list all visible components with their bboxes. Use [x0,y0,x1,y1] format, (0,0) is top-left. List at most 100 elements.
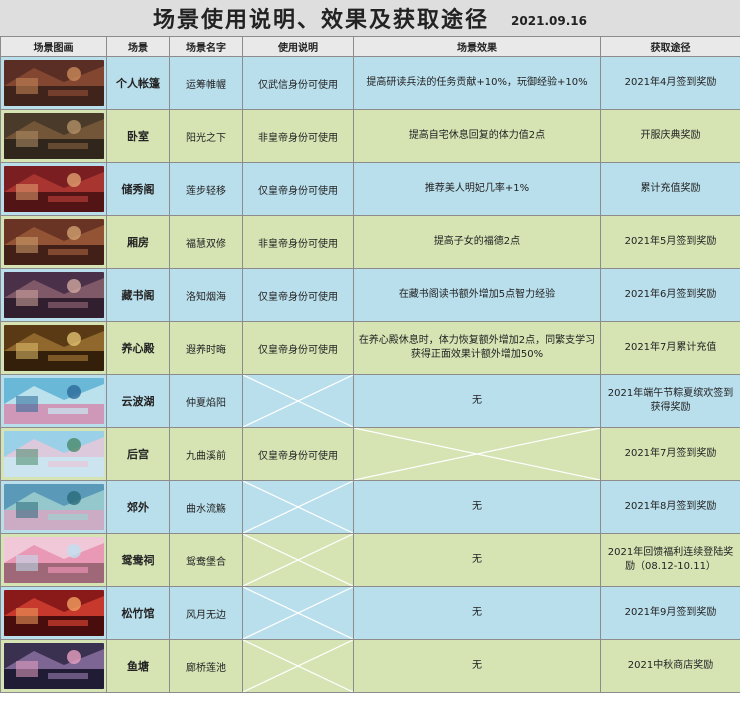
col-header-scene: 场景 [106,36,170,57]
image-cell [0,215,107,269]
scene-cell: 卧室 [106,109,170,163]
usage-cell: 仅武信身份可使用 [242,56,354,110]
effect-cell: 在藏书阁读书额外增加5点智力经验 [353,268,601,322]
image-cell [0,480,107,534]
scene-name-cell: 九曲溪前 [169,427,243,481]
scene-thumbnail [3,219,104,265]
table-row: 储秀阁 莲步轻移 仅皇帝身份可使用 推荐美人明妃几率+1% 累计充值奖励 [0,162,740,216]
usage-cell-crossed [242,586,354,640]
usage-cell: 非皇帝身份可使用 [242,215,354,269]
not-applicable-cross [354,428,600,480]
table-row: 鱼塘 廊桥莲池 无 2021中秋商店奖励 [0,639,740,693]
scene-cell: 鸳鸯祠 [106,533,170,587]
source-cell: 2021年5月签到奖励 [600,215,740,269]
scene-name-cell: 曲水流觞 [169,480,243,534]
table-row: 厢房 福慧双修 非皇帝身份可使用 提高子女的福德2点 2021年5月签到奖励 [0,215,740,269]
image-cell [0,586,107,640]
usage-cell: 仅皇帝身份可使用 [242,427,354,481]
image-cell [0,162,107,216]
scene-cell: 养心殿 [106,321,170,375]
table-row: 个人帐篷 运筹帷幄 仅武信身份可使用 提高研读兵法的任务贡献+10%，玩御经验+10%… [0,56,740,110]
table-row: 藏书阁 洛知烟海 仅皇帝身份可使用 在藏书阁读书额外增加5点智力经验 2021年6月签到… [0,268,740,322]
not-applicable-cross [243,587,353,639]
image-cell [0,533,107,587]
image-cell [0,268,107,322]
source-cell: 2021年8月签到奖励 [600,480,740,534]
source-cell: 2021年回馈福利连续登陆奖励（08.12-10.11） [600,533,740,587]
scene-name-cell: 洛知烟海 [169,268,243,322]
source-cell: 2021年6月签到奖励 [600,268,740,322]
col-header-effect: 场景效果 [353,36,601,57]
image-cell [0,427,107,481]
scene-cell: 松竹馆 [106,586,170,640]
effect-cell-crossed [353,427,601,481]
scene-name-cell: 运筹帷幄 [169,56,243,110]
scene-name-cell: 鸳鸯堡合 [169,533,243,587]
scene-thumbnail [3,431,104,477]
source-cell: 开服庆典奖励 [600,109,740,163]
image-cell [0,56,107,110]
effect-cell: 无 [353,639,601,693]
not-applicable-cross [243,640,353,692]
table-row: 养心殿 遐养时晦 仅皇帝身份可使用 在养心殿休息时，体力恢复额外增加2点，同繁支学习获… [0,321,740,375]
table-row: 云波湖 仲夏焰阳 无 2021年端午节粽夏缤欢签到获得奖励 [0,374,740,428]
effect-cell: 在养心殿休息时，体力恢复额外增加2点，同繁支学习获得正面效果计额外增加50% [353,321,601,375]
scene-thumbnail [3,537,104,583]
scene-cell: 藏书阁 [106,268,170,322]
title-bar: 场景使用说明、效果及获取途径 2021.09.16 [0,0,740,37]
usage-cell: 仅皇帝身份可使用 [242,321,354,375]
image-cell [0,321,107,375]
image-cell [0,639,107,693]
not-applicable-cross [243,375,353,427]
scene-thumbnail [3,272,104,318]
source-cell: 2021年9月签到奖励 [600,586,740,640]
effect-cell: 无 [353,586,601,640]
scene-thumbnail [3,590,104,636]
usage-cell-crossed [242,639,354,693]
scene-sheet: 场景使用说明、效果及获取途径 2021.09.16 场景图画 场景 场景名字 使… [0,0,740,708]
effect-cell: 提高子女的福德2点 [353,215,601,269]
table-row: 松竹馆 风月无边 无 2021年9月签到奖励 [0,586,740,640]
scene-cell: 郊外 [106,480,170,534]
effect-cell: 推荐美人明妃几率+1% [353,162,601,216]
table-row: 后宫 九曲溪前 仅皇帝身份可使用 2021年7月签到奖励 [0,427,740,481]
image-cell [0,374,107,428]
table-row: 鸳鸯祠 鸳鸯堡合 无 2021年回馈福利连续登陆奖励（08.12-10.11） [0,533,740,587]
scene-thumbnail [3,60,104,106]
table-header-row: 场景图画 场景 场景名字 使用说明 场景效果 获取途径 [0,36,740,57]
effect-cell: 无 [353,533,601,587]
col-header-usage: 使用说明 [242,36,354,57]
usage-cell: 仅皇帝身份可使用 [242,162,354,216]
scene-cell: 后宫 [106,427,170,481]
source-cell: 2021年端午节粽夏缤欢签到获得奖励 [600,374,740,428]
scene-name-cell: 阳光之下 [169,109,243,163]
scene-cell: 厢房 [106,215,170,269]
table-row: 郊外 曲水流觞 无 2021年8月签到奖励 [0,480,740,534]
scene-name-cell: 遐养时晦 [169,321,243,375]
scene-thumbnail [3,166,104,212]
not-applicable-cross [243,534,353,586]
usage-cell-crossed [242,480,354,534]
effect-cell: 无 [353,480,601,534]
scene-thumbnail [3,643,104,689]
not-applicable-cross [243,481,353,533]
effect-cell: 无 [353,374,601,428]
scene-table: 场景图画 场景 场景名字 使用说明 场景效果 获取途径 个人帐篷 运筹帷幄 仅武信身… [0,36,740,693]
effect-cell: 提高自宅休息回复的体力值2点 [353,109,601,163]
scene-thumbnail [3,325,104,371]
source-cell: 2021年7月累计充值 [600,321,740,375]
source-cell: 2021年4月签到奖励 [600,56,740,110]
scene-name-cell: 风月无边 [169,586,243,640]
image-cell [0,109,107,163]
scene-cell: 鱼塘 [106,639,170,693]
scene-name-cell: 仲夏焰阳 [169,374,243,428]
source-cell: 累计充值奖励 [600,162,740,216]
scene-name-cell: 莲步轻移 [169,162,243,216]
col-header-name: 场景名字 [169,36,243,57]
col-header-source: 获取途径 [600,36,740,57]
table-row: 卧室 阳光之下 非皇帝身份可使用 提高自宅休息回复的体力值2点 开服庆典奖励 [0,109,740,163]
scene-thumbnail [3,484,104,530]
scene-thumbnail [3,113,104,159]
page-title: 场景使用说明、效果及获取途径 [153,7,490,33]
usage-cell-crossed [242,533,354,587]
